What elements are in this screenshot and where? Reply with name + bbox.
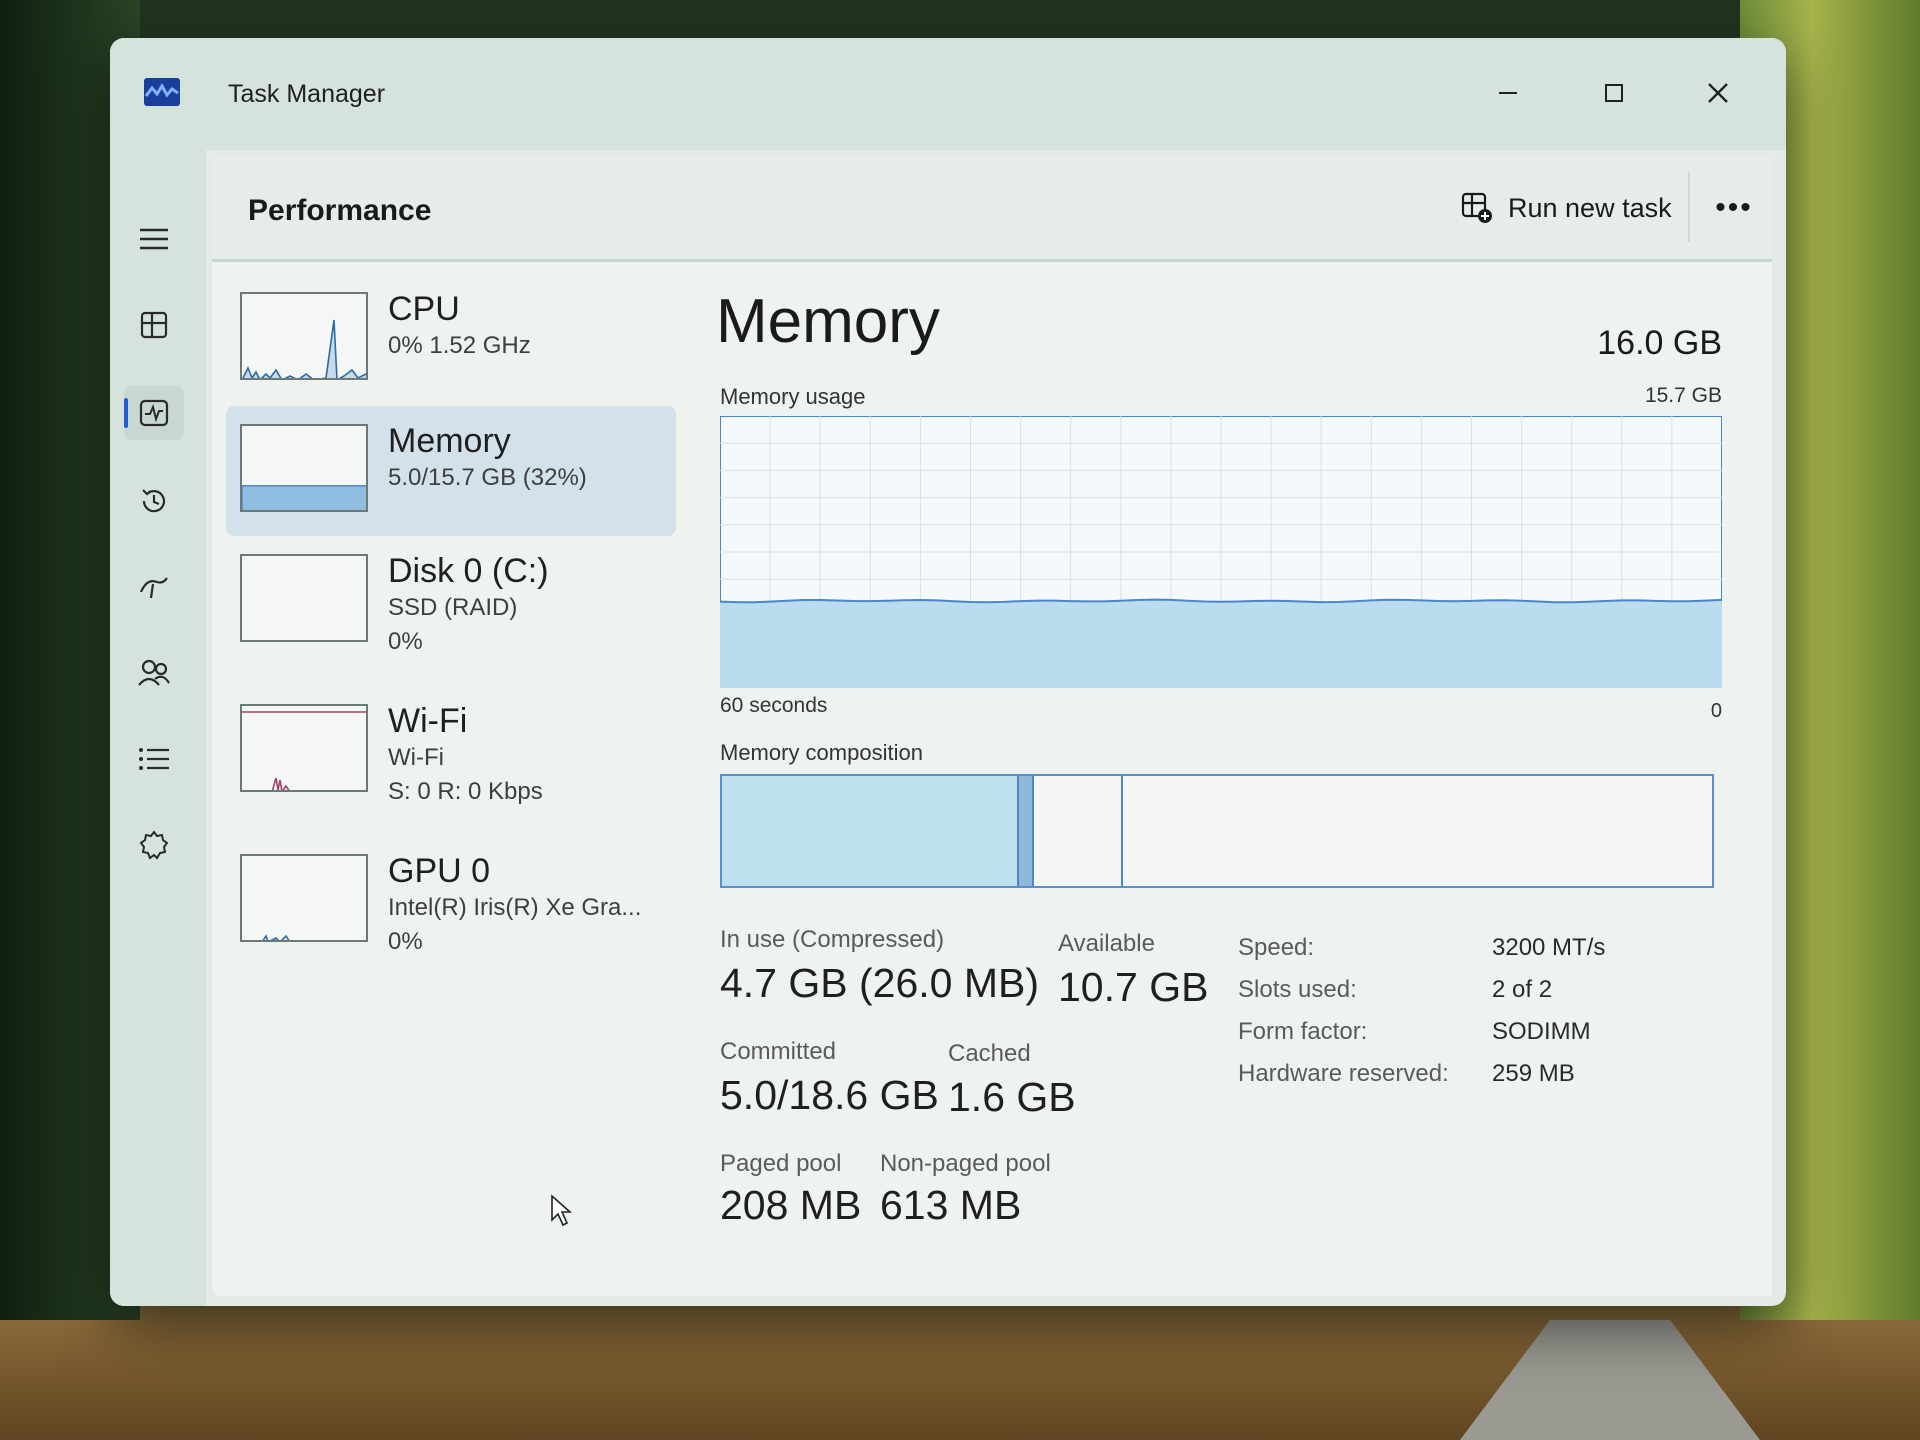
processes-icon[interactable] xyxy=(124,298,184,352)
more-options-button[interactable]: ••• xyxy=(1706,182,1762,234)
details-icon[interactable] xyxy=(124,732,184,786)
users-icon[interactable] xyxy=(124,646,184,700)
maximize-button[interactable] xyxy=(1584,68,1644,118)
page-header: Performance Run new task ••• xyxy=(212,156,1772,262)
perf-item-title: CPU xyxy=(388,290,460,328)
header-divider xyxy=(1688,172,1690,242)
memory-usage-label: Memory usage xyxy=(720,384,866,409)
services-icon[interactable] xyxy=(124,818,184,872)
mouse-cursor-icon xyxy=(550,1194,574,1233)
gpu-thumbnail-graph xyxy=(240,854,368,942)
perf-item-memory[interactable]: Memory 5.0/15.7 GB (32%) xyxy=(226,406,676,536)
cached-label: Cached xyxy=(948,1040,1031,1067)
perf-item-detail: 0% 1.52 GHz xyxy=(388,332,531,359)
memory-detail-panel: Memory 16.0 GB Memory usage 15.7 GB 60 s… xyxy=(692,264,1752,1294)
run-task-icon xyxy=(1461,192,1492,223)
page-title: Performance xyxy=(248,194,432,227)
title-bar[interactable]: Task Manager xyxy=(110,38,1786,150)
available-value: 10.7 GB xyxy=(1058,964,1209,1010)
perf-item-detail: SSD (RAID) xyxy=(388,594,518,621)
paged-pool-label: Paged pool xyxy=(720,1150,842,1177)
available-label: Available xyxy=(1058,930,1155,957)
run-new-task-button[interactable]: Run new task xyxy=(1442,180,1690,236)
cached-value: 1.6 GB xyxy=(948,1074,1076,1120)
memory-usage-graph xyxy=(720,416,1722,688)
perf-item-cpu[interactable]: CPU 0% 1.52 GHz xyxy=(226,274,676,404)
composition-segment-in-use[interactable] xyxy=(722,776,1019,886)
composition-segment-standby[interactable] xyxy=(1033,776,1123,886)
performance-list: CPU 0% 1.52 GHz Memory 5.0/15.7 GB (32%)… xyxy=(212,264,692,1294)
memory-usage-area xyxy=(720,599,1722,688)
non-paged-pool-label: Non-paged pool xyxy=(880,1150,1051,1177)
disk-thumbnail-graph xyxy=(240,554,368,642)
in-use-label: In use (Compressed) xyxy=(720,926,945,953)
spec-value: SODIMM xyxy=(1492,1018,1591,1045)
spec-label: Speed: xyxy=(1238,934,1315,961)
close-button[interactable] xyxy=(1688,68,1748,118)
wifi-thumbnail-graph xyxy=(240,704,368,792)
committed-value: 5.0/18.6 GB xyxy=(720,1072,939,1118)
total-memory: 16.0 GB xyxy=(1597,324,1722,362)
non-paged-pool-value: 613 MB xyxy=(880,1182,1022,1228)
memory-thumbnail-fill xyxy=(242,485,366,510)
perf-item-title: Disk 0 (C:) xyxy=(388,552,549,590)
perf-item-usage: 0% xyxy=(388,928,423,955)
memory-usage-max: 15.7 GB xyxy=(1644,384,1722,407)
spec-label: Form factor: xyxy=(1238,1018,1368,1045)
memory-composition-bar xyxy=(720,774,1714,888)
spec-label: Hardware reserved: xyxy=(1238,1060,1449,1087)
perf-item-wifi[interactable]: Wi-Fi Wi-Fi S: 0 R: 0 Kbps xyxy=(226,686,676,816)
composition-segment-modified[interactable] xyxy=(1019,776,1034,886)
perf-item-disk[interactable]: Disk 0 (C:) SSD (RAID) 0% xyxy=(226,536,676,666)
app-history-icon[interactable] xyxy=(124,474,184,528)
perf-item-usage: S: 0 R: 0 Kbps xyxy=(388,778,543,805)
perf-item-detail: 5.0/15.7 GB (32%) xyxy=(388,464,587,491)
graph-min-value: 0 xyxy=(1710,700,1722,722)
navigation-rail xyxy=(110,150,206,1306)
task-manager-window: Task Manager Performance Run new task ••… xyxy=(110,38,1786,1306)
hamburger-menu-icon[interactable] xyxy=(124,212,184,266)
composition-segment-free[interactable] xyxy=(1122,776,1712,886)
committed-label: Committed xyxy=(720,1038,837,1065)
perf-item-gpu[interactable]: GPU 0 Intel(R) Iris(R) Xe Gra... 0% xyxy=(226,836,676,966)
cpu-thumbnail-graph xyxy=(240,292,368,380)
perf-item-usage: 0% xyxy=(388,628,423,655)
perf-item-title: Memory xyxy=(388,422,511,460)
task-manager-app-icon xyxy=(144,78,180,106)
performance-icon[interactable] xyxy=(124,386,184,440)
detail-title: Memory xyxy=(716,287,940,356)
graph-time-span: 60 seconds xyxy=(720,694,828,717)
minimize-button[interactable] xyxy=(1478,68,1538,118)
spec-value: 259 MB xyxy=(1492,1060,1575,1087)
perf-item-detail: Intel(R) Iris(R) Xe Gra... xyxy=(388,894,642,921)
in-use-value: 4.7 GB (26.0 MB) xyxy=(720,960,1040,1006)
perf-item-detail: Wi-Fi xyxy=(388,744,444,771)
spec-value: 3200 MT/s xyxy=(1492,934,1606,961)
memory-thumbnail-graph xyxy=(240,424,368,512)
perf-item-title: Wi-Fi xyxy=(388,702,468,740)
perf-item-title: GPU 0 xyxy=(388,852,491,890)
content-panel: Performance Run new task ••• CPU 0% 1.52… xyxy=(212,156,1772,1296)
paged-pool-value: 208 MB xyxy=(720,1182,862,1228)
memory-composition-label: Memory composition xyxy=(720,740,923,765)
window-title: Task Manager xyxy=(228,80,386,108)
spec-value: 2 of 2 xyxy=(1492,976,1553,1003)
startup-apps-icon[interactable] xyxy=(124,560,184,614)
active-indicator xyxy=(124,398,128,428)
run-new-task-label: Run new task xyxy=(1508,192,1672,223)
spec-label: Slots used: xyxy=(1238,976,1357,1003)
